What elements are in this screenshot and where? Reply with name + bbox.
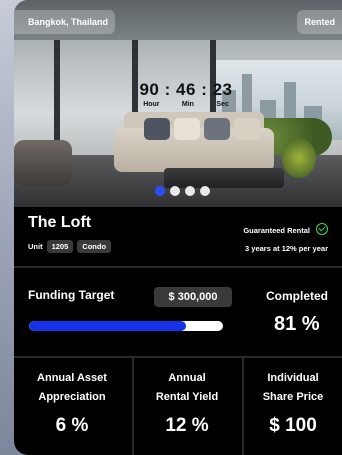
armchair — [14, 140, 72, 186]
carousel-dot[interactable] — [185, 186, 195, 196]
stat-label: Individual Share Price — [244, 369, 342, 407]
check-circle-icon — [316, 223, 328, 235]
unit-type-badge: Condo — [77, 240, 112, 253]
stat-label: Annual Asset Appreciation — [16, 369, 128, 407]
carousel-dot[interactable] — [200, 186, 210, 196]
unit-number-badge: 1205 — [46, 240, 74, 253]
pillow — [204, 118, 230, 140]
countdown-minutes: 46 — [176, 80, 196, 99]
stat-label-line: Appreciation — [38, 391, 106, 403]
countdown-digits: 90 : 46 : 23 — [132, 80, 240, 100]
pillow — [144, 118, 170, 140]
stat-asset-appreciation: Annual Asset Appreciation 6 % — [16, 369, 128, 437]
divider — [14, 266, 342, 268]
carousel-dots — [155, 186, 210, 196]
stat-label-line: Share Price — [262, 391, 324, 403]
pillow — [174, 118, 200, 140]
countdown-separator: : — [201, 80, 208, 99]
stat-share-price: Individual Share Price $ 100 — [244, 369, 342, 437]
completed-label: Completed — [266, 289, 329, 303]
location-tag: Bangkok, Thailand — [14, 10, 116, 34]
countdown-labels: Hour Min Sec — [132, 101, 240, 108]
stat-label-line: Annual — [168, 372, 206, 384]
funding-progress-bar — [29, 321, 223, 331]
funding-progress-fill — [29, 321, 187, 331]
sec-label: Sec — [216, 101, 229, 108]
funding-target-amount: $ 300,000 — [154, 287, 232, 307]
stat-label-line: Rental Yield — [155, 391, 219, 403]
property-photo[interactable]: Bangkok, Thailand Rented 90 : 46 : 23 Ho… — [14, 0, 342, 207]
funding-target-label: Funding Target — [28, 288, 115, 302]
property-card[interactable]: Bangkok, Thailand Rented 90 : 46 : 23 Ho… — [14, 0, 342, 455]
plant — [282, 138, 316, 178]
stat-value: 12 % — [165, 415, 209, 436]
min-label: Min — [181, 101, 194, 108]
stat-label-line: Individual — [267, 372, 319, 384]
countdown-separator: : — [164, 80, 171, 99]
stat-rental-yield: Annual Rental Yield 12 % — [134, 369, 240, 437]
countdown-hours: 90 — [139, 80, 160, 99]
pillow — [234, 118, 260, 140]
property-title: The Loft — [28, 214, 92, 231]
guarantee-title: Guaranteed Rental — [243, 226, 310, 235]
guarantee-info: Guaranteed Rental 3 years at 12% per yea… — [243, 222, 328, 258]
guarantee-terms: 3 years at 12% per year — [245, 244, 328, 253]
stat-label-line: Annual Asset — [37, 372, 107, 384]
unit-info: Unit 1205 Condo — [28, 240, 112, 253]
countdown-timer: 90 : 46 : 23 Hour Min Sec — [132, 80, 240, 108]
coffee-table — [164, 168, 284, 188]
status-badge: Rented — [297, 10, 342, 34]
carousel-dot[interactable] — [155, 186, 165, 196]
window-frame — [54, 40, 60, 150]
countdown-seconds: 23 — [212, 80, 233, 99]
carousel-dot[interactable] — [170, 186, 180, 196]
divider — [14, 356, 342, 358]
completed-value: 81 % — [274, 313, 320, 335]
stat-value: $ 100 — [269, 415, 317, 436]
stat-label: Annual Rental Yield — [134, 369, 240, 407]
stat-value: 6 % — [55, 415, 89, 436]
hour-label: Hour — [143, 101, 160, 108]
unit-label: Unit — [28, 242, 43, 251]
